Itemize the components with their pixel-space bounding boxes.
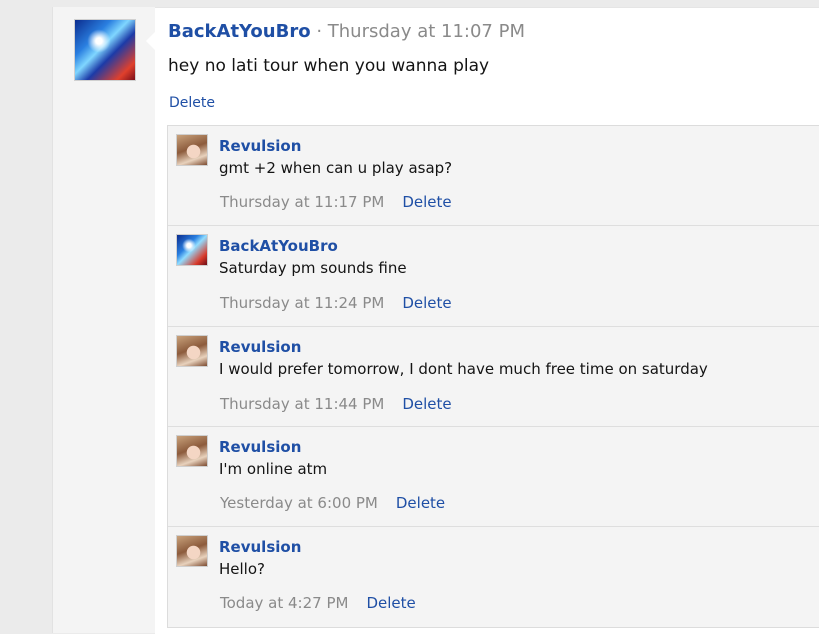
comment-timestamp[interactable]: Thursday at 11:44 PM [220,395,384,413]
comment-delete-link[interactable]: Delete [402,395,451,413]
comment-timestamp[interactable]: Thursday at 11:24 PM [220,294,384,312]
poster-avatar[interactable] [74,19,136,81]
post-author-link[interactable]: BackAtYouBro [168,21,311,42]
comment-list: Revulsion gmt +2 when can u play asap? T… [167,125,819,628]
comment-author-link[interactable]: Revulsion [219,137,301,155]
comment-text: I'm online atm [219,460,328,478]
comment-meta: Yesterday at 6:00 PM Delete [220,494,445,512]
comment-delete-link[interactable]: Delete [402,294,451,312]
commenter-avatar[interactable] [176,435,208,467]
comment-delete-link[interactable]: Delete [402,193,451,211]
post-separator: · [316,21,323,42]
comment-item: Revulsion gmt +2 when can u play asap? T… [168,126,819,225]
comment-text: Hello? [219,560,265,578]
comment-timestamp[interactable]: Yesterday at 6:00 PM [220,494,378,512]
comment-item: BackAtYouBro Saturday pm sounds fine Thu… [168,225,819,326]
comment-delete-link[interactable]: Delete [366,594,415,612]
comment-text: gmt +2 when can u play asap? [219,159,453,177]
comment-meta: Thursday at 11:17 PM Delete [220,193,452,211]
comment-item: Revulsion Hello? Today at 4:27 PM Delete [168,526,819,628]
comment-text: Saturday pm sounds fine [219,259,407,277]
commenter-avatar[interactable] [176,134,208,166]
comment-meta: Today at 4:27 PM Delete [220,594,416,612]
post-timestamp[interactable]: Thursday at 11:07 PM [328,21,525,42]
comment-timestamp[interactable]: Thursday at 11:17 PM [220,193,384,211]
post-delete-link[interactable]: Delete [169,95,215,111]
comment-item: Revulsion I would prefer tomorrow, I don… [168,326,819,427]
post-pointer-arrow [146,32,155,50]
comment-meta: Thursday at 11:24 PM Delete [220,294,452,312]
comment-author-link[interactable]: BackAtYouBro [219,237,338,255]
comment-text: I would prefer tomorrow, I dont have muc… [219,360,708,378]
comment-author-link[interactable]: Revulsion [219,438,301,456]
post-header: BackAtYouBro · Thursday at 11:07 PM [168,21,525,42]
post-message: hey no lati tour when you wanna play [168,56,490,76]
commenter-avatar[interactable] [176,535,208,567]
comment-delete-link[interactable]: Delete [396,494,445,512]
comment-meta: Thursday at 11:44 PM Delete [220,395,452,413]
comment-timestamp[interactable]: Today at 4:27 PM [220,594,348,612]
commenter-avatar[interactable] [176,234,208,266]
comment-author-link[interactable]: Revulsion [219,338,301,356]
comment-item: Revulsion I'm online atm Yesterday at 6:… [168,426,819,527]
comment-author-link[interactable]: Revulsion [219,538,301,556]
commenter-avatar[interactable] [176,335,208,367]
